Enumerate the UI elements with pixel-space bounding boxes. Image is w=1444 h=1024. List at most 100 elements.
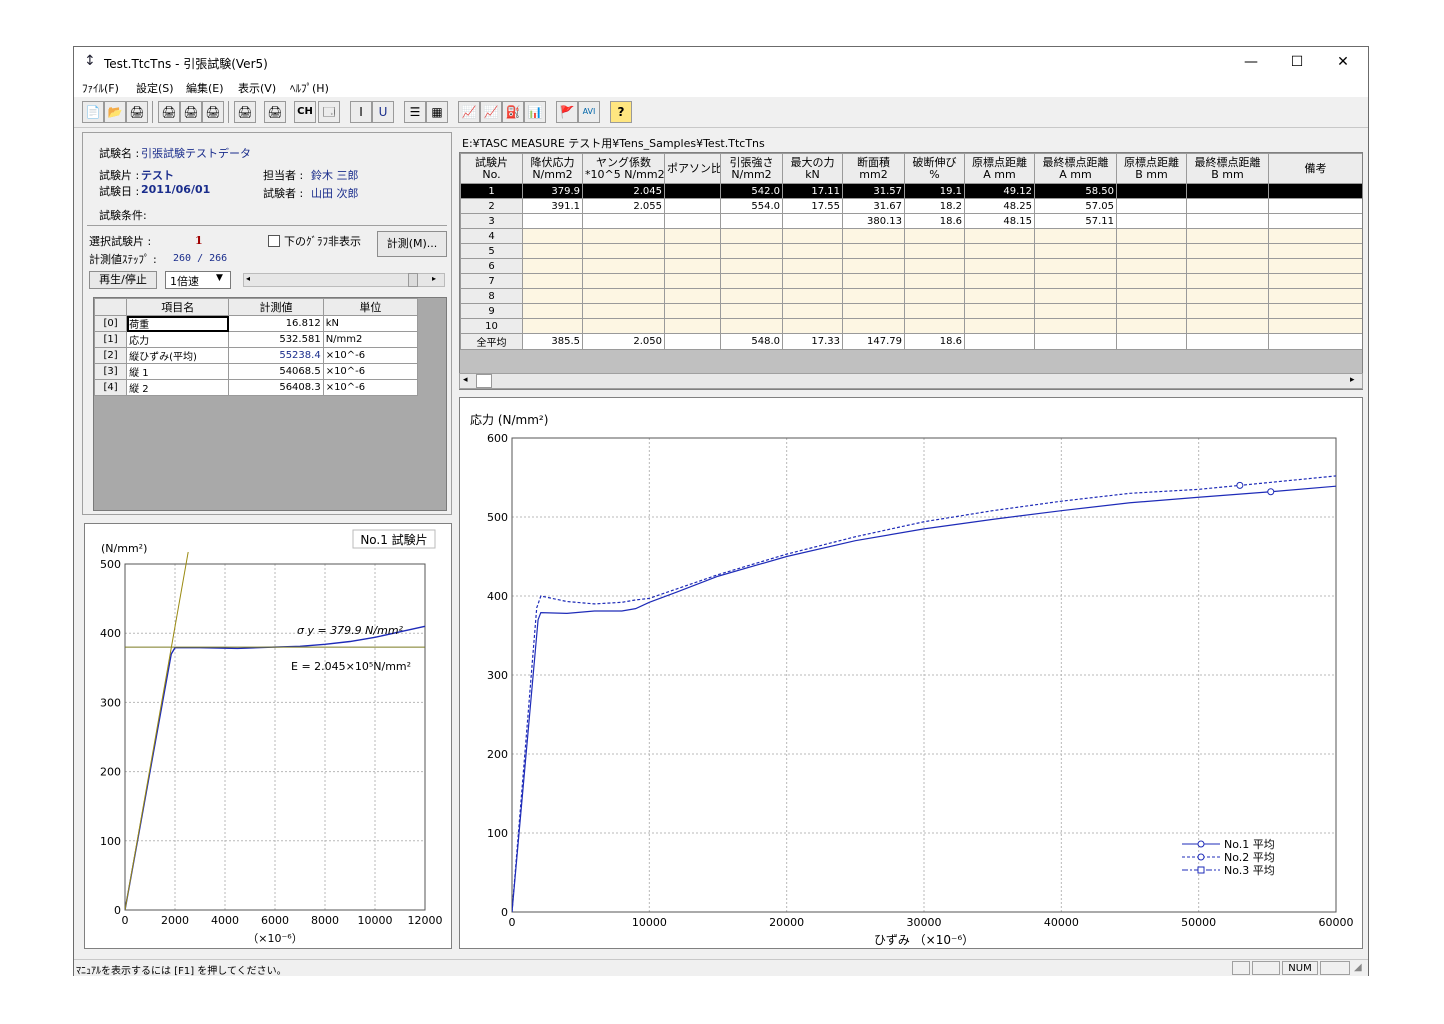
avi-icon[interactable]: AVI <box>578 101 600 123</box>
table-row[interactable]: 全平均 385.5 2.050 548.0 17.33 147.79 18.6 <box>460 333 1362 350</box>
graph-icon[interactable]: 📈 <box>458 101 480 123</box>
table-cell <box>964 288 1035 304</box>
series-marker-2 <box>1236 481 1244 489</box>
table-row[interactable]: 2 391.1 2.055 554.0 17.55 31.67 18.2 48.25 57.05 <box>460 198 1362 214</box>
channel-icon[interactable]: CH <box>294 101 316 123</box>
menu-edit[interactable]: 編集(E) <box>186 80 224 96</box>
x-tick-label: 0 <box>509 916 516 929</box>
conditions-label: 試験条件: <box>99 209 147 222</box>
table-row[interactable]: 3 380.13 18.6 48.15 57.11 <box>460 213 1362 229</box>
status-pane <box>1232 961 1250 975</box>
file-path: E:¥TASC MEASURE テスト用¥Tens_Samples¥Test.T… <box>462 137 765 150</box>
table-cell <box>964 258 1035 274</box>
table-row[interactable]: 10 <box>460 318 1362 334</box>
help-icon[interactable]: ? <box>610 101 632 123</box>
table-row[interactable]: [4] 縦 2 56408.3 ×10^-6 <box>93 379 419 396</box>
toolbar: 📄 📂 🖨 🖨 🖨 🖨 🖨 🖨 CH 🗔 I U ☰ ▦ 📈 📈 ⛽ 📊 🚩 A… <box>74 97 1368 128</box>
tester-label: 試験者 : <box>263 187 304 200</box>
save-icon[interactable]: 🖨 <box>126 101 148 123</box>
table-row[interactable]: 9 <box>460 303 1362 319</box>
table-cell <box>964 333 1035 350</box>
menu-settings[interactable]: 設定(S) <box>136 80 174 96</box>
speed-select[interactable]: 1倍速 ▼ <box>165 271 231 289</box>
header-title: 引張強さ <box>729 155 774 169</box>
table-row[interactable]: [2] 縦ひずみ(平均) 55238.4 ×10^-6 <box>93 347 419 364</box>
scroll-thumb[interactable] <box>476 374 492 388</box>
monitor-icon[interactable]: 🗔 <box>318 101 340 123</box>
table-cell <box>904 318 965 334</box>
step-slider[interactable]: ◂ ▸ <box>243 273 445 287</box>
header-title: 原標点距離 <box>972 155 1027 169</box>
results-table: 試験片 No. 降伏応力 N/mm2 ヤング係数 *10^5 N/mm2 ポアソン比 引張強さ… <box>460 153 1362 350</box>
y-tick-label: 100 <box>100 835 121 848</box>
test-name-label: 試験名 : <box>99 147 140 160</box>
table-cell <box>720 288 783 304</box>
y-axis-label: (N/mm²) <box>101 542 147 555</box>
table-row[interactable]: [0] 荷重 16.812 kN <box>93 315 419 332</box>
table-row[interactable]: 8 <box>460 288 1362 304</box>
scroll-left-icon[interactable]: ◂ <box>463 375 468 385</box>
table-cell <box>1268 318 1362 334</box>
table-cell <box>664 288 721 304</box>
menu-bar: ﾌｧｲﾙ(F) 設定(S) 編集(E) 表示(V) ﾍﾙﾌﾟ(H) <box>74 77 1368 97</box>
measure-button[interactable]: 計測(M)... <box>377 231 447 257</box>
table-row[interactable]: 4 <box>460 228 1362 244</box>
maximize-button[interactable]: ☐ <box>1274 47 1320 77</box>
new-file-icon[interactable]: 📄 <box>82 101 104 123</box>
x-tick-label: 10000 <box>632 916 667 929</box>
table-row[interactable]: 5 <box>460 243 1362 259</box>
table-cell <box>582 273 665 289</box>
menu-file[interactable]: ﾌｧｲﾙ(F) <box>82 80 119 96</box>
slider-right-icon[interactable]: ▸ <box>432 274 436 283</box>
table-row[interactable]: 1 379.9 2.045 542.0 17.11 31.57 19.1 49.12 58.50 <box>460 183 1362 199</box>
title-bar: ↕ Test.TtcTns - 引張試験(Ver5) — ☐ ✕ <box>74 47 1368 77</box>
close-button[interactable]: ✕ <box>1320 47 1366 77</box>
graph-edit-icon[interactable]: 📈 <box>480 101 502 123</box>
settings-list-icon[interactable]: ☰ <box>404 101 426 123</box>
table-cell: 58.50 <box>1034 183 1117 199</box>
legend-label: No.2 平均 <box>1224 851 1275 864</box>
minimize-button[interactable]: — <box>1228 47 1274 77</box>
results-header-cell: 断面積 mm2 <box>842 153 905 184</box>
menu-help[interactable]: ﾍﾙﾌﾟ(H) <box>290 80 329 96</box>
flag-icon[interactable]: 🚩 <box>556 101 578 123</box>
menu-view[interactable]: 表示(V) <box>238 80 276 96</box>
open-folder-icon[interactable]: 📂 <box>104 101 126 123</box>
table-icon[interactable]: ▦ <box>426 101 448 123</box>
hide-graph-checkbox[interactable] <box>268 235 280 247</box>
results-hscrollbar[interactable]: ◂ ▸ <box>459 373 1363 389</box>
table-cell <box>582 303 665 319</box>
table-cell: 31.57 <box>842 183 905 199</box>
header-title: 最終標点距離 <box>1042 155 1109 169</box>
table-row[interactable]: [1] 応力 532.581 N/mm2 <box>93 331 419 348</box>
unit-icon[interactable]: U <box>372 101 394 123</box>
copy-icon[interactable]: 🖨 <box>264 101 286 123</box>
table-cell <box>1186 273 1269 289</box>
print-icon[interactable]: 🖨 <box>158 101 180 123</box>
gauge-icon[interactable]: ⛽ <box>502 101 524 123</box>
table-row[interactable]: 7 <box>460 273 1362 289</box>
resize-grip-icon[interactable]: ◢ <box>1354 962 1362 973</box>
table-cell <box>782 228 843 244</box>
table-row[interactable]: 6 <box>460 258 1362 274</box>
results-header-cell: 最終標点距離 A mm <box>1034 153 1117 184</box>
slider-thumb[interactable] <box>408 273 418 287</box>
play-stop-button[interactable]: 再生/停止 <box>89 271 157 289</box>
cursor-i-icon[interactable]: I <box>350 101 372 123</box>
table-cell <box>904 258 965 274</box>
chart-title: No.1 試験片 <box>360 532 427 547</box>
table-row[interactable]: [3] 縦 1 54068.5 ×10^-6 <box>93 363 419 380</box>
export-icon[interactable]: 🖨 <box>202 101 224 123</box>
hide-graph-label: 下のｸﾞﾗﾌ非表示 <box>284 235 361 248</box>
import-icon[interactable]: 🖨 <box>234 101 256 123</box>
y-tick-label: 200 <box>100 766 121 779</box>
results-header-cell: 試験片 No. <box>460 153 523 184</box>
scroll-right-icon[interactable]: ▸ <box>1350 375 1355 385</box>
slider-left-icon[interactable]: ◂ <box>246 274 250 283</box>
table-cell <box>522 273 583 289</box>
table-cell <box>1268 333 1362 350</box>
table-cell <box>664 213 721 229</box>
print-preview-icon[interactable]: 🖨 <box>180 101 202 123</box>
table-cell: 31.67 <box>842 198 905 214</box>
bar-chart-icon[interactable]: 📊 <box>524 101 546 123</box>
